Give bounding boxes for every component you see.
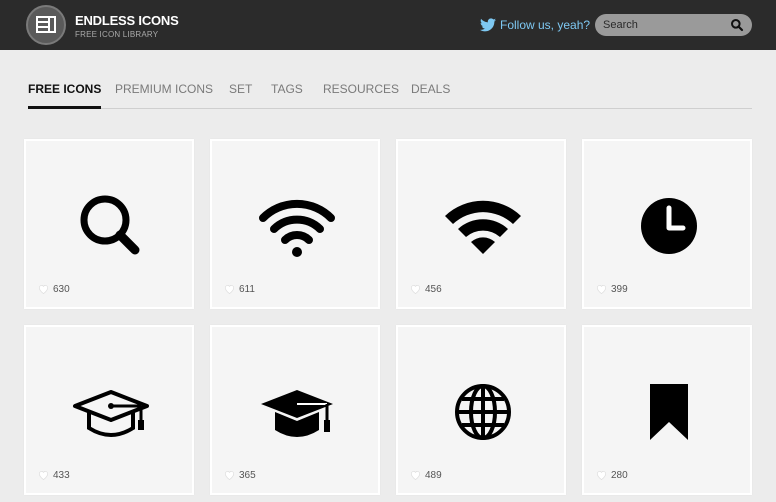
search-box: [595, 14, 752, 36]
like-count: 280: [596, 469, 628, 481]
wifi-solid-icon: [445, 200, 521, 254]
tab-resources[interactable]: RESOURCES: [323, 82, 399, 108]
tab-premium-icons[interactable]: PREMIUM ICONS: [115, 82, 213, 108]
brand-subtitle: FREE ICON LIBRARY: [75, 30, 159, 39]
globe-icon: [455, 384, 511, 440]
heart-icon[interactable]: [596, 470, 607, 480]
icon-card-globe[interactable]: 489: [396, 325, 566, 495]
heart-icon[interactable]: [410, 470, 421, 480]
like-count: 433: [38, 469, 70, 481]
clock-icon: [641, 198, 697, 254]
tab-deals[interactable]: DEALS: [411, 82, 450, 108]
category-tabs: FREE ICONS PREMIUM ICONS SET TAGS RESOUR…: [28, 82, 752, 109]
icon-card-graduation-outline[interactable]: 433: [24, 325, 194, 495]
graduation-cap-icon: [261, 390, 333, 437]
tab-free-icons[interactable]: FREE ICONS: [28, 82, 102, 109]
top-header: ENDLESS ICONS FREE ICON LIBRARY Follow u…: [0, 0, 776, 50]
heart-icon[interactable]: [410, 284, 421, 294]
heart-icon[interactable]: [224, 284, 235, 294]
like-count-value: 611: [239, 283, 255, 295]
search-button-icon[interactable]: [730, 18, 744, 32]
like-count: 365: [224, 469, 256, 481]
like-count-value: 399: [611, 283, 628, 295]
icon-card-clock[interactable]: 399: [582, 139, 752, 309]
like-count-value: 489: [425, 469, 442, 481]
like-count-value: 365: [239, 469, 256, 481]
logo-icon: [36, 16, 56, 33]
graduation-cap-outline-icon: [73, 390, 149, 437]
tab-set[interactable]: SET: [229, 82, 252, 108]
follow-label: Follow us, yeah?: [500, 18, 591, 32]
like-count: 630: [38, 283, 70, 295]
icon-card-bookmark[interactable]: 280: [582, 325, 752, 495]
like-count: 399: [596, 283, 628, 295]
heart-icon[interactable]: [38, 470, 49, 480]
twitter-bird-icon: [480, 18, 496, 32]
bookmark-icon: [650, 384, 688, 440]
like-count: 489: [410, 469, 442, 481]
site-logo[interactable]: [26, 5, 66, 45]
heart-icon[interactable]: [38, 284, 49, 294]
icon-card-wifi-solid[interactable]: 456: [396, 139, 566, 309]
icon-card-graduation[interactable]: 365: [210, 325, 380, 495]
heart-icon[interactable]: [224, 470, 235, 480]
wifi-icon: [259, 199, 335, 257]
like-count-value: 630: [53, 283, 70, 295]
like-count-value: 280: [611, 469, 628, 481]
search-icon: [80, 195, 140, 255]
like-count-value: 433: [53, 469, 70, 481]
icon-card-search[interactable]: 630: [24, 139, 194, 309]
like-count-value: 456: [425, 283, 442, 295]
like-count: 456: [410, 283, 442, 295]
tab-tags[interactable]: TAGS: [271, 82, 303, 108]
heart-icon[interactable]: [596, 284, 607, 294]
search-input[interactable]: [603, 16, 728, 34]
brand-title[interactable]: ENDLESS ICONS: [75, 13, 179, 28]
like-count: 611: [224, 283, 255, 295]
follow-twitter-link[interactable]: Follow us, yeah?: [480, 16, 590, 34]
icon-card-wifi[interactable]: 611: [210, 139, 380, 309]
